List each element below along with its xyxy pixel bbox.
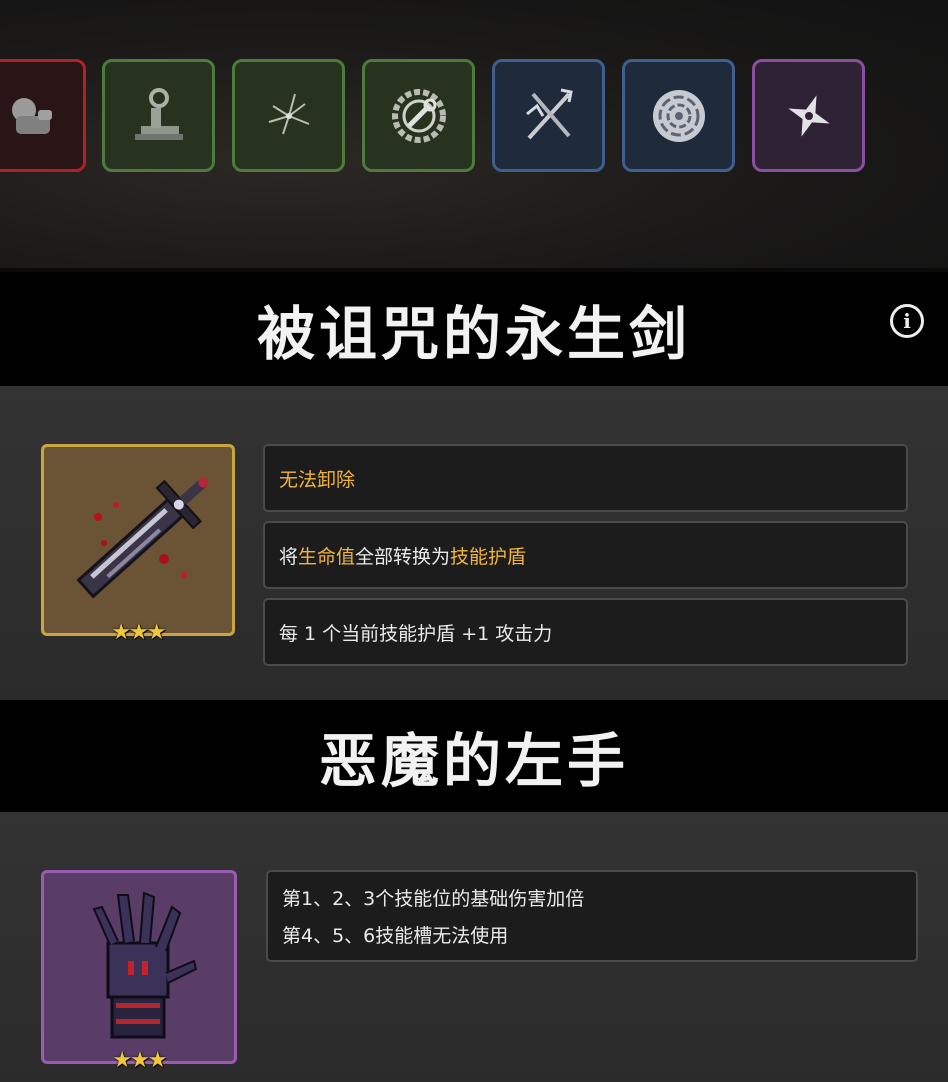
- slot-anvil[interactable]: [102, 59, 215, 172]
- item-2-image[interactable]: ★★★: [41, 870, 237, 1073]
- anvil-icon: [134, 87, 183, 140]
- desc-text: 将: [279, 545, 299, 568]
- shuriken-icon: [787, 94, 830, 137]
- desc-text: 无法卸除: [279, 468, 356, 491]
- item-1-panel: ★★★ 无法卸除 将生命值 全部转换为 技能护盾 每 1 个当前技能护盾 +1 攻击…: [0, 386, 948, 700]
- info-icon[interactable]: i: [890, 304, 924, 338]
- slot-weapons[interactable]: [492, 59, 605, 172]
- vortex-icon: [652, 89, 705, 142]
- skill-bar: [0, 0, 948, 268]
- item-2-desc: 第1、2、3个技能位的基础伤害加倍 第4、5、6技能槽无法使用: [266, 870, 918, 962]
- rarity-stars: ★★★: [112, 1048, 167, 1073]
- item-1-image[interactable]: ★★★: [41, 444, 235, 645]
- desc-text: 每 1 个当前技能护盾 +1 攻击力: [279, 622, 553, 645]
- demon-hand-icon: [92, 891, 198, 1039]
- item-1-desc-3: 每 1 个当前技能护盾 +1 攻击力: [263, 598, 908, 666]
- rarity-stars: ★★★: [111, 620, 166, 645]
- cursed-sword-icon: [76, 477, 209, 599]
- crack-icon: [268, 93, 309, 134]
- desc-line-2: 第4、5、6技能槽无法使用: [282, 925, 509, 947]
- slot-shuriken[interactable]: [752, 59, 865, 172]
- item-2-header: 恶魔的左手: [0, 700, 948, 812]
- item-2-panel: ★★★ 第1、2、3个技能位的基础伤害加倍 第4、5、6技能槽无法使用: [0, 812, 948, 1082]
- slot-vortex[interactable]: [622, 59, 735, 172]
- desc-highlight: 生命值: [298, 545, 356, 568]
- slot-fist[interactable]: [0, 59, 86, 172]
- fist-icon: [11, 97, 52, 134]
- slot-crack[interactable]: [232, 59, 345, 172]
- item-2-title: 恶魔的左手: [318, 727, 629, 795]
- item-1-desc-2: 将生命值 全部转换为 技能护盾: [263, 521, 908, 589]
- gear-wrench-icon: [391, 88, 446, 143]
- crossed-weapons-icon: [525, 88, 573, 139]
- item-1-desc-1: 无法卸除: [263, 444, 908, 512]
- desc-highlight: 技能护盾: [450, 545, 527, 568]
- slot-gear[interactable]: [362, 59, 475, 172]
- desc-text: 全部转换为: [355, 545, 451, 568]
- item-1-title: 被诅咒的永生剑: [256, 300, 691, 368]
- desc-line-1: 第1、2、3个技能位的基础伤害加倍: [282, 888, 585, 910]
- item-1-header: 被诅咒的永生剑 i: [0, 272, 948, 386]
